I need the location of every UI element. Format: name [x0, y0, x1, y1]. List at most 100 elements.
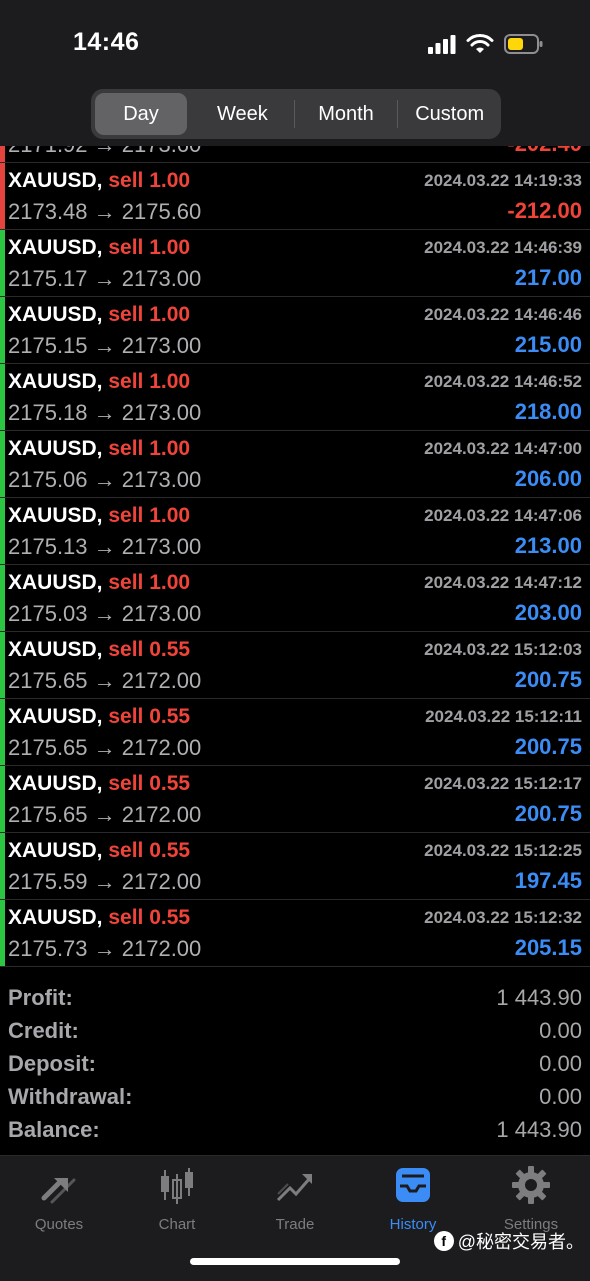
deal-time: 2024.03.22 14:47:12: [424, 573, 582, 592]
app-header: 14:46 Day Week Month Custom: [0, 0, 590, 146]
wifi-icon: [466, 34, 494, 53]
deal-side: sell 1.00: [108, 437, 191, 460]
deal-symbol-text: XAUUSD,: [8, 504, 103, 527]
summary-label: Credit:: [8, 1018, 79, 1043]
deal-symbol-text: XAUUSD,: [8, 437, 103, 460]
deal-result-bar: [0, 431, 5, 497]
gear-icon: [512, 1166, 550, 1204]
deal-side: sell 0.55: [108, 839, 191, 862]
deal-symbol: XAUUSD, sell 1.00: [8, 437, 190, 461]
deal-profit: 197.45: [514, 868, 582, 893]
deal-prices: 2175.65 → 2172.00: [8, 668, 202, 693]
deal-profit: -212.00: [507, 198, 582, 223]
cellular-signal-icon: [428, 35, 456, 54]
deal-prices: 2175.73 → 2172.00: [8, 936, 202, 961]
deal-result-bar: [0, 632, 5, 698]
tab-trade[interactable]: Trade: [236, 1164, 354, 1236]
deal-profit: 203.00: [514, 600, 582, 625]
deal-side: sell 1.00: [108, 571, 191, 594]
deal-row[interactable]: XAUUSD, sell 0.55 2024.03.22 15:12:25 2175…: [0, 833, 590, 900]
deal-row[interactable]: XAUUSD, sell 1.00 2024.03.22 14:47:06 2175…: [0, 498, 590, 565]
deal-symbol-text: XAUUSD,: [8, 906, 103, 929]
deal-row[interactable]: XAUUSD, sell 1.00 2024.03.22 14:46:52 2175…: [0, 364, 590, 431]
deal-profit: 206.00: [514, 466, 582, 491]
deal-prices: 2175.65 → 2172.00: [8, 735, 202, 760]
tab-quotes[interactable]: Quotes: [0, 1164, 118, 1236]
tab-label: History: [389, 1216, 437, 1233]
deal-time: 2024.03.22 15:12:25: [424, 841, 582, 860]
deal-row[interactable]: XAUUSD, sell 0.55 2024.03.22 15:12:03 2175…: [0, 632, 590, 699]
deal-symbol: XAUUSD, sell 0.55: [8, 705, 190, 729]
deal-symbol-text: XAUUSD,: [8, 169, 103, 192]
summary-value: 0.00: [539, 1051, 582, 1076]
tab-label: Chart: [158, 1216, 196, 1233]
deal-row[interactable]: XAUUSD, sell 1.00 2024.03.22 14:47:00 2175…: [0, 431, 590, 498]
deal-time: 2024.03.22 14:47:06: [424, 506, 582, 525]
tab-chart[interactable]: Chart: [118, 1164, 236, 1236]
deal-profit: 218.00: [514, 399, 582, 424]
summary-value: 1 443.90: [496, 1117, 582, 1142]
deal-time: 2024.03.22 14:46:46: [424, 305, 582, 324]
deal-time: 2024.03.22 14:19:33: [424, 171, 582, 190]
battery-icon: [504, 34, 543, 54]
deal-side: sell 1.00: [108, 169, 191, 192]
deal-result-bar: [0, 230, 5, 296]
deal-symbol-text: XAUUSD,: [8, 303, 103, 326]
home-indicator: [190, 1258, 400, 1265]
deal-profit: 200.75: [514, 667, 582, 692]
deal-profit: 205.15: [514, 935, 582, 960]
watermark: f @秘密交易者。: [433, 1228, 584, 1254]
deal-profit: 200.75: [514, 734, 582, 759]
tab-settings[interactable]: Settings: [472, 1164, 590, 1236]
deal-symbol: XAUUSD, sell 1.00: [8, 303, 190, 327]
status-icons: [428, 30, 544, 58]
deal-time: 2024.03.22 14:46:52: [424, 372, 582, 391]
history-summary: Profit: 1 443.90 Credit: 0.00 Deposit: 0.00 Wi…: [0, 985, 590, 1150]
tab-history[interactable]: History: [354, 1164, 472, 1236]
deal-side: sell 0.55: [108, 772, 191, 795]
deal-side: sell 1.00: [108, 504, 191, 527]
deal-prices: 2175.15 → 2173.00: [8, 333, 202, 358]
deal-side: sell 0.55: [108, 705, 191, 728]
summary-value: 0.00: [539, 1018, 582, 1043]
deal-symbol-text: XAUUSD,: [8, 772, 103, 795]
deal-side: sell 1.00: [108, 236, 191, 259]
deal-profit: 213.00: [514, 533, 582, 558]
deal-time: 2024.03.22 15:12:11: [425, 707, 582, 726]
deal-symbol-text: XAUUSD,: [8, 705, 103, 728]
candlestick-chart-icon: [161, 1168, 193, 1204]
deal-prices: 2175.13 → 2173.00: [8, 534, 202, 559]
summary-label: Deposit:: [8, 1051, 96, 1076]
deal-side: sell 0.55: [108, 906, 191, 929]
segment-custom[interactable]: Custom: [398, 93, 501, 135]
deal-symbol-text: XAUUSD,: [8, 839, 103, 862]
deal-symbol: XAUUSD, sell 1.00: [8, 370, 190, 394]
deal-row[interactable]: XAUUSD, sell 0.55 2024.03.22 15:12:17 2175…: [0, 766, 590, 833]
deal-result-bar: [0, 900, 5, 966]
deal-row[interactable]: XAUUSD, sell 0.55 2024.03.22 15:12:32 2175…: [0, 900, 590, 967]
summary-value: 0.00: [539, 1084, 582, 1109]
deal-row[interactable]: XAUUSD, sell 1.00 2024.03.22 14:19:33 2173…: [0, 163, 590, 230]
deal-symbol: XAUUSD, sell 1.00: [8, 169, 190, 193]
deal-result-bar: [0, 297, 5, 363]
deal-result-bar: [0, 565, 5, 631]
deal-symbol: XAUUSD, sell 1.00: [8, 504, 190, 528]
segment-day[interactable]: Day: [95, 93, 187, 135]
summary-row: Balance: 1 443.90: [0, 1117, 590, 1150]
segment-week[interactable]: Week: [191, 93, 294, 135]
segment-month[interactable]: Month: [295, 93, 398, 135]
deal-side: sell 1.00: [108, 370, 191, 393]
deal-symbol: XAUUSD, sell 1.00: [8, 571, 190, 595]
summary-label: Withdrawal:: [8, 1084, 133, 1109]
deal-row[interactable]: XAUUSD, sell 1.00 2024.03.22 14:47:12 2175…: [0, 565, 590, 632]
deal-symbol: XAUUSD, sell 0.55: [8, 638, 190, 662]
deal-result-bar: [0, 163, 5, 229]
deal-result-bar: [0, 699, 5, 765]
quotes-arrows-icon: [41, 1178, 76, 1204]
deal-profit: 215.00: [514, 332, 582, 357]
deal-result-bar: [0, 498, 5, 564]
deal-row[interactable]: XAUUSD, sell 1.00 2024.03.22 14:46:46 2175…: [0, 297, 590, 364]
deal-row[interactable]: XAUUSD, sell 1.00 2024.03.22 14:46:39 2175…: [0, 230, 590, 297]
deal-row[interactable]: XAUUSD, sell 0.55 2024.03.22 15:12:11 2175…: [0, 699, 590, 766]
deal-symbol-text: XAUUSD,: [8, 571, 103, 594]
